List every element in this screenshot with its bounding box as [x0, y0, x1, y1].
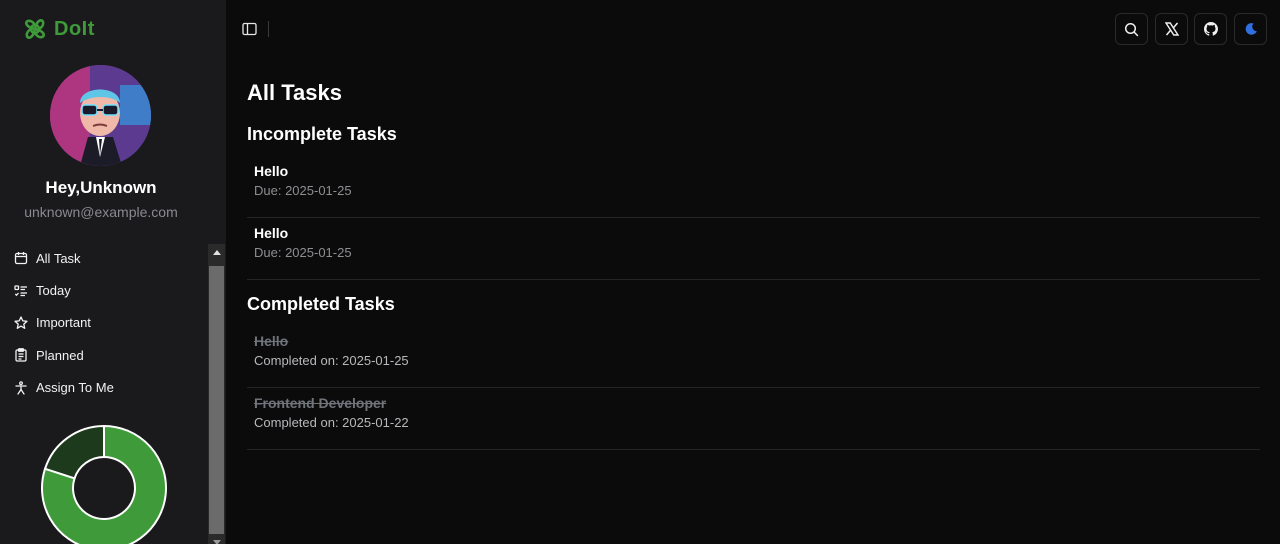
task-completed-date: Completed on: 2025-01-22 — [254, 415, 409, 430]
avatar[interactable] — [50, 65, 151, 166]
task-due-date: Due: 2025-01-25 — [254, 183, 352, 198]
task-item-completed[interactable]: Hello Completed on: 2025-01-25 — [247, 326, 1260, 388]
task-title: Frontend Developer — [254, 395, 387, 411]
sidebar-item-assign-to-me[interactable]: Assign To Me — [14, 372, 204, 404]
logo-icon — [25, 19, 45, 39]
sidebar-item-label: Important — [36, 315, 91, 331]
app-name: DoIt — [54, 17, 95, 40]
task-title: Hello — [254, 225, 289, 241]
sidebar-item-label: Today — [36, 283, 71, 299]
sidebar-item-today[interactable]: Today — [14, 274, 204, 306]
x-link-button[interactable] — [1155, 13, 1188, 45]
x-logo-icon — [1164, 22, 1179, 36]
page-title: All Tasks — [247, 80, 342, 105]
scroll-up-button[interactable] — [208, 244, 225, 261]
incomplete-tasks-heading: Incomplete Tasks — [247, 124, 397, 144]
arrow-up-icon — [212, 250, 221, 255]
star-icon — [14, 316, 28, 329]
donut-chart — [41, 424, 167, 544]
task-item-completed[interactable]: Frontend Developer Completed on: 2025-01… — [247, 388, 1260, 450]
sidebar: DoIt Hey,Unknown unknown@example.com All… — [0, 0, 226, 544]
sidebar-scrollbar[interactable] — [208, 244, 225, 544]
sidebar-item-important[interactable]: Important — [14, 307, 204, 339]
task-stats-chart — [40, 424, 168, 544]
donut-segment-pending — [43, 424, 105, 480]
list-checks-icon — [14, 284, 27, 296]
calendar-icon — [14, 252, 28, 265]
task-title: Hello — [254, 163, 289, 179]
sidebar-toggle-button[interactable] — [240, 20, 258, 38]
sidebar-toggle-icon — [241, 22, 257, 36]
scroll-thumb[interactable] — [209, 266, 224, 534]
github-link-button[interactable] — [1194, 13, 1227, 45]
sidebar-item-all-task[interactable]: All Task — [14, 242, 204, 274]
completed-tasks-heading: Completed Tasks — [247, 294, 395, 314]
search-icon — [1124, 22, 1139, 36]
scroll-down-button[interactable] — [208, 534, 225, 544]
sidebar-item-label: Planned — [36, 347, 84, 363]
task-item[interactable]: Hello Due: 2025-01-25 — [247, 218, 1260, 280]
person-icon — [15, 381, 27, 395]
moon-icon — [1245, 23, 1257, 35]
task-item[interactable]: Hello Due: 2025-01-25 — [247, 156, 1260, 218]
clipboard-icon — [15, 348, 27, 363]
task-due-date: Due: 2025-01-25 — [254, 245, 352, 260]
arrow-down-icon — [212, 540, 221, 544]
topbar-divider — [268, 21, 269, 37]
sidebar-item-planned[interactable]: Planned — [14, 339, 204, 371]
sidebar-nav: All Task Today Important Planned Assign … — [14, 242, 204, 404]
top-bar — [226, 0, 1280, 58]
github-icon — [1203, 22, 1218, 36]
user-greeting: Hey,Unknown — [45, 178, 157, 197]
theme-toggle-button[interactable] — [1234, 13, 1267, 45]
app-logo[interactable]: DoIt — [22, 16, 95, 42]
task-title: Hello — [254, 333, 289, 349]
search-button[interactable] — [1115, 13, 1148, 45]
task-completed-date: Completed on: 2025-01-25 — [254, 353, 409, 368]
avatar-image — [50, 65, 151, 166]
user-email: unknown@example.com — [24, 204, 178, 220]
sidebar-item-label: All Task — [36, 250, 81, 266]
sidebar-item-label: Assign To Me — [36, 380, 114, 396]
